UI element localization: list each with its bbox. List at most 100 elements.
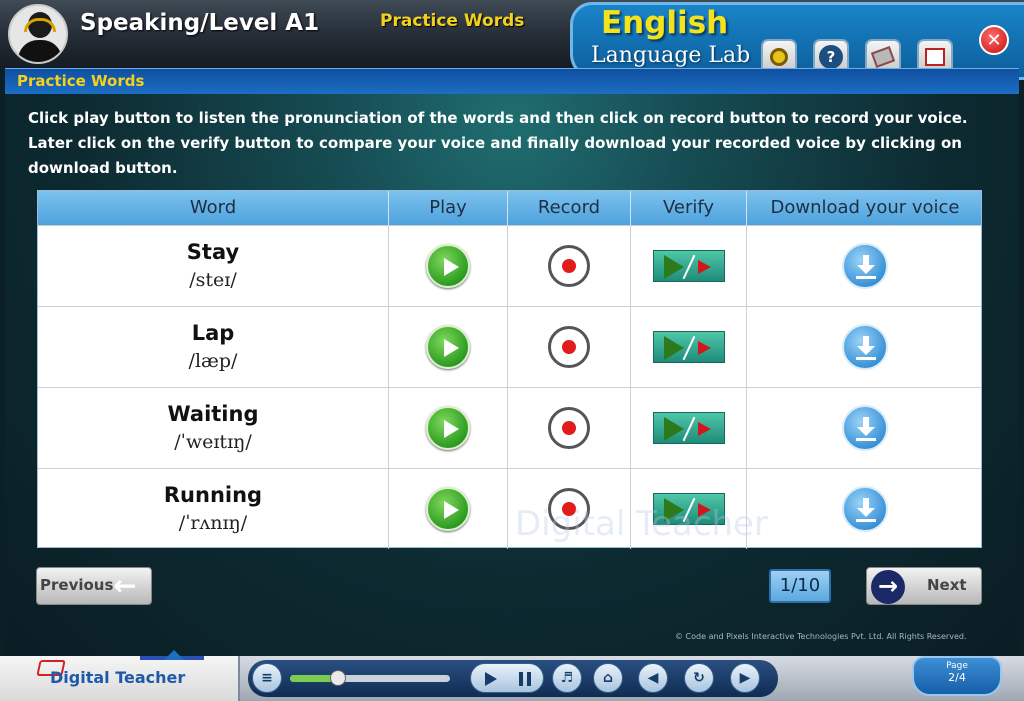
base-line xyxy=(856,519,876,522)
section-bar: Practice Words xyxy=(5,68,1019,94)
phonetic-text: /læp/ xyxy=(188,350,238,372)
refresh-button[interactable]: ↻ xyxy=(684,663,714,693)
base-line xyxy=(856,276,876,279)
table-row: Lap /læp/ xyxy=(38,306,981,387)
play-button[interactable] xyxy=(426,325,470,369)
settings-icon xyxy=(770,48,788,66)
verify-button[interactable] xyxy=(652,412,725,444)
verify-cell xyxy=(631,226,747,306)
play-button[interactable] xyxy=(426,487,470,531)
play-icon xyxy=(485,672,497,686)
menu-button[interactable]: ≡ xyxy=(252,663,282,693)
record-cell xyxy=(508,469,631,549)
verify-cell xyxy=(631,469,747,549)
play-cell xyxy=(389,388,508,468)
slider-handle[interactable] xyxy=(330,670,346,686)
phonetic-text: /steɪ/ xyxy=(189,269,237,291)
table-header: Word Play Record Verify Download your vo… xyxy=(38,191,981,225)
word-text: Running xyxy=(163,483,263,507)
phonetic-text: /ˈweɪtɪŋ/ xyxy=(174,431,252,453)
play-cell xyxy=(389,226,508,306)
play-pause-button[interactable] xyxy=(470,663,544,693)
word-text: Waiting xyxy=(167,402,259,426)
header-download: Download your voice xyxy=(770,197,960,218)
slash-icon xyxy=(682,416,695,442)
play-icon xyxy=(697,422,711,436)
play-button[interactable] xyxy=(426,244,470,288)
help-icon: ? xyxy=(819,45,843,69)
download-button[interactable] xyxy=(842,243,888,289)
record-button[interactable] xyxy=(548,488,590,530)
next-button[interactable]: → Next xyxy=(866,567,982,605)
play-icon xyxy=(663,336,684,360)
progress-slider[interactable] xyxy=(290,670,450,686)
record-button[interactable] xyxy=(548,326,590,368)
verify-button[interactable] xyxy=(652,493,725,525)
pause-icon-bar xyxy=(527,672,531,686)
slash-icon xyxy=(682,335,695,361)
download-button[interactable] xyxy=(842,324,888,370)
brand-name: Digital Teacher xyxy=(50,668,186,687)
previous-button[interactable]: Previous ← xyxy=(36,567,152,605)
play-icon xyxy=(663,255,684,279)
media-controls: ≡ ♬ ⌂ ◀ ↻ ▶ xyxy=(248,660,778,697)
table-row: Waiting /ˈweɪtɪŋ/ xyxy=(38,387,981,468)
page-title: Speaking/Level A1 xyxy=(80,10,320,36)
header-word: Word xyxy=(38,191,389,225)
play-icon xyxy=(663,498,684,522)
home-button[interactable]: ⌂ xyxy=(593,663,623,693)
triangle-right-icon: ▶ xyxy=(739,670,751,686)
phonetic-text: /ˈrʌnɪŋ/ xyxy=(178,512,248,534)
avatar xyxy=(8,4,68,64)
download-cell xyxy=(747,307,983,387)
record-cell xyxy=(508,307,631,387)
copyright-text: © Code and Pixels Interactive Technologi… xyxy=(675,632,967,641)
arrow-head xyxy=(857,508,875,517)
record-button[interactable] xyxy=(548,245,590,287)
table-row: Stay /steɪ/ xyxy=(38,225,981,306)
word-cell: Lap /læp/ xyxy=(38,307,389,387)
download-button[interactable] xyxy=(842,405,888,451)
section-title: Practice Words xyxy=(380,11,525,31)
back-button[interactable]: ◀ xyxy=(638,663,668,693)
header-record: Record xyxy=(508,191,631,225)
next-label: Next xyxy=(927,576,967,594)
header-play: Play xyxy=(389,191,508,225)
play-icon xyxy=(697,341,711,355)
slash-icon xyxy=(682,497,695,523)
triangle-left-icon: ◀ xyxy=(647,670,659,686)
play-button[interactable] xyxy=(426,406,470,450)
refresh-icon: ↻ xyxy=(693,670,705,686)
word-text: Lap xyxy=(191,321,235,345)
verify-cell xyxy=(631,388,747,468)
play-cell xyxy=(389,307,508,387)
menu-toggle-icon[interactable] xyxy=(164,650,184,660)
arrow-head xyxy=(857,265,875,274)
base-line xyxy=(856,438,876,441)
page-indicator: Page 2/4 xyxy=(912,656,1002,696)
record-button[interactable] xyxy=(548,407,590,449)
lab-subtitle: Language Lab xyxy=(591,43,751,68)
download-cell xyxy=(747,469,983,549)
arrow-head xyxy=(857,346,875,355)
main-panel: Click play button to listen the pronunci… xyxy=(5,94,1019,656)
page-counter: 1/10 xyxy=(769,569,831,603)
forward-button[interactable]: ▶ xyxy=(730,663,760,693)
header-verify: Verify xyxy=(631,191,747,225)
play-icon xyxy=(697,260,711,274)
close-button[interactable]: ✕ xyxy=(979,25,1009,55)
avatar-body xyxy=(18,40,62,62)
previous-label: Previous xyxy=(40,576,114,594)
play-icon xyxy=(663,417,684,441)
word-cell: Running /ˈrʌnɪŋ/ xyxy=(38,469,389,549)
download-cell xyxy=(747,388,983,468)
verify-button[interactable] xyxy=(652,250,725,282)
verify-button[interactable] xyxy=(652,331,725,363)
verify-cell xyxy=(631,307,747,387)
record-cell xyxy=(508,388,631,468)
download-button[interactable] xyxy=(842,486,888,532)
play-icon xyxy=(697,503,711,517)
word-cell: Stay /steɪ/ xyxy=(38,226,389,306)
volume-button[interactable]: ♬ xyxy=(552,663,582,693)
arrow-right-icon: → xyxy=(871,570,905,604)
